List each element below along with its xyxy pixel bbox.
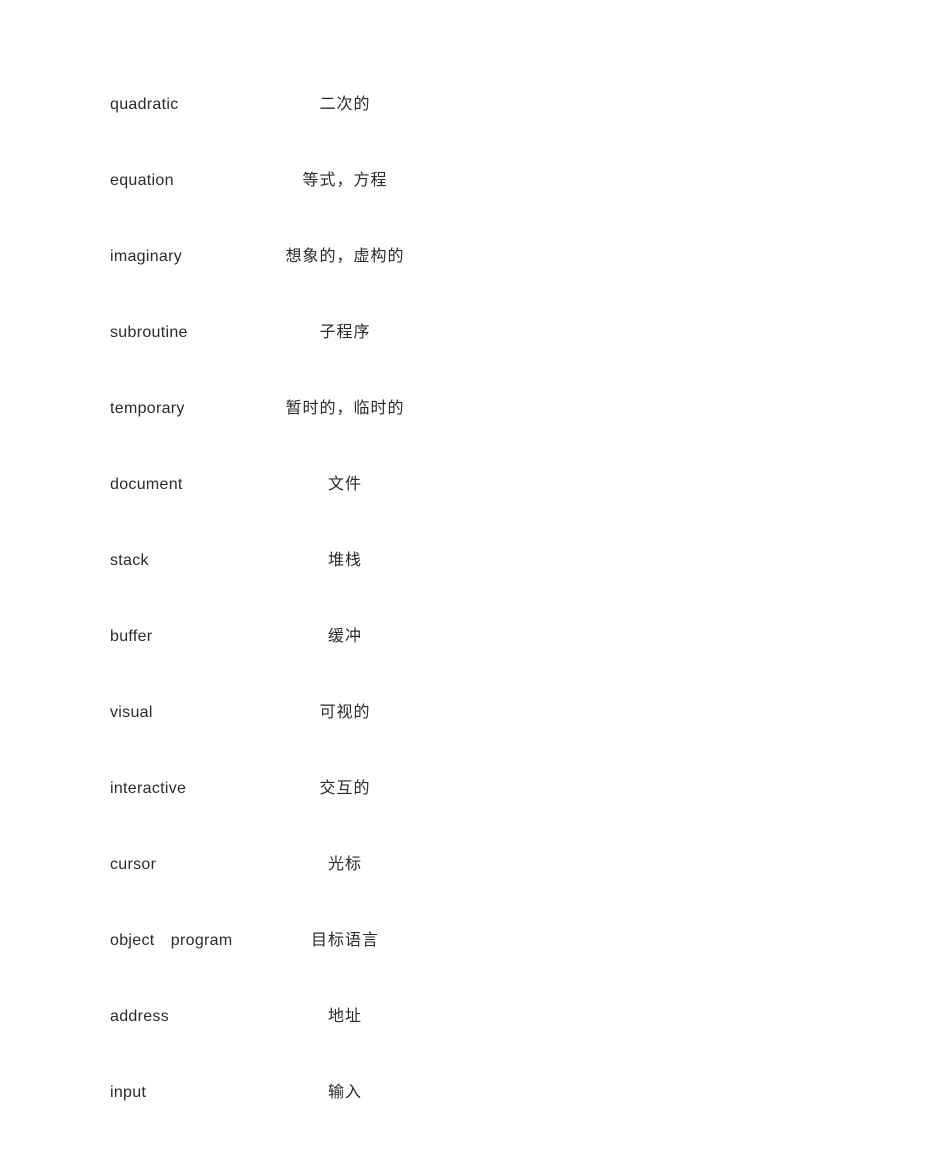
list-item: temporary 暂时的，临时的 bbox=[110, 394, 945, 418]
definition: 目标语言 bbox=[260, 926, 430, 950]
term: quadratic bbox=[110, 96, 260, 114]
list-item: document 文件 bbox=[110, 470, 945, 494]
list-item: visual 可视的 bbox=[110, 698, 945, 722]
definition: 文件 bbox=[260, 470, 430, 494]
term: temporary bbox=[110, 400, 260, 418]
definition: 输入 bbox=[260, 1078, 430, 1102]
term: buffer bbox=[110, 628, 260, 646]
definition: 缓冲 bbox=[260, 622, 430, 646]
term: equation bbox=[110, 172, 260, 190]
definition: 子程序 bbox=[260, 318, 430, 342]
definition: 暂时的，临时的 bbox=[260, 394, 430, 418]
term: cursor bbox=[110, 856, 260, 874]
definition: 二次的 bbox=[260, 90, 430, 114]
list-item: buffer 缓冲 bbox=[110, 622, 945, 646]
list-item: equation 等式，方程 bbox=[110, 166, 945, 190]
definition: 交互的 bbox=[260, 774, 430, 798]
list-item: imaginary 想象的，虚构的 bbox=[110, 242, 945, 266]
definition: 堆栈 bbox=[260, 546, 430, 570]
list-item: address 地址 bbox=[110, 1002, 945, 1026]
definition: 想象的，虚构的 bbox=[260, 242, 430, 266]
definition: 地址 bbox=[260, 1002, 430, 1026]
definition: 可视的 bbox=[260, 698, 430, 722]
term: input bbox=[110, 1084, 260, 1102]
term: interactive bbox=[110, 780, 260, 798]
definition: 等式，方程 bbox=[260, 166, 430, 190]
term: imaginary bbox=[110, 248, 260, 266]
term: stack bbox=[110, 552, 260, 570]
definition: 光标 bbox=[260, 850, 430, 874]
term: object program bbox=[110, 932, 260, 950]
list-item: input 输入 bbox=[110, 1078, 945, 1102]
list-item: object program 目标语言 bbox=[110, 926, 945, 950]
term: visual bbox=[110, 704, 260, 722]
term: address bbox=[110, 1008, 260, 1026]
term: subroutine bbox=[110, 324, 260, 342]
list-item: subroutine 子程序 bbox=[110, 318, 945, 342]
term: document bbox=[110, 476, 260, 494]
list-item: cursor 光标 bbox=[110, 850, 945, 874]
list-item: quadratic 二次的 bbox=[110, 90, 945, 114]
vocab-list: quadratic 二次的 equation 等式，方程 imaginary 想… bbox=[110, 90, 945, 1102]
list-item: interactive 交互的 bbox=[110, 774, 945, 798]
list-item: stack 堆栈 bbox=[110, 546, 945, 570]
